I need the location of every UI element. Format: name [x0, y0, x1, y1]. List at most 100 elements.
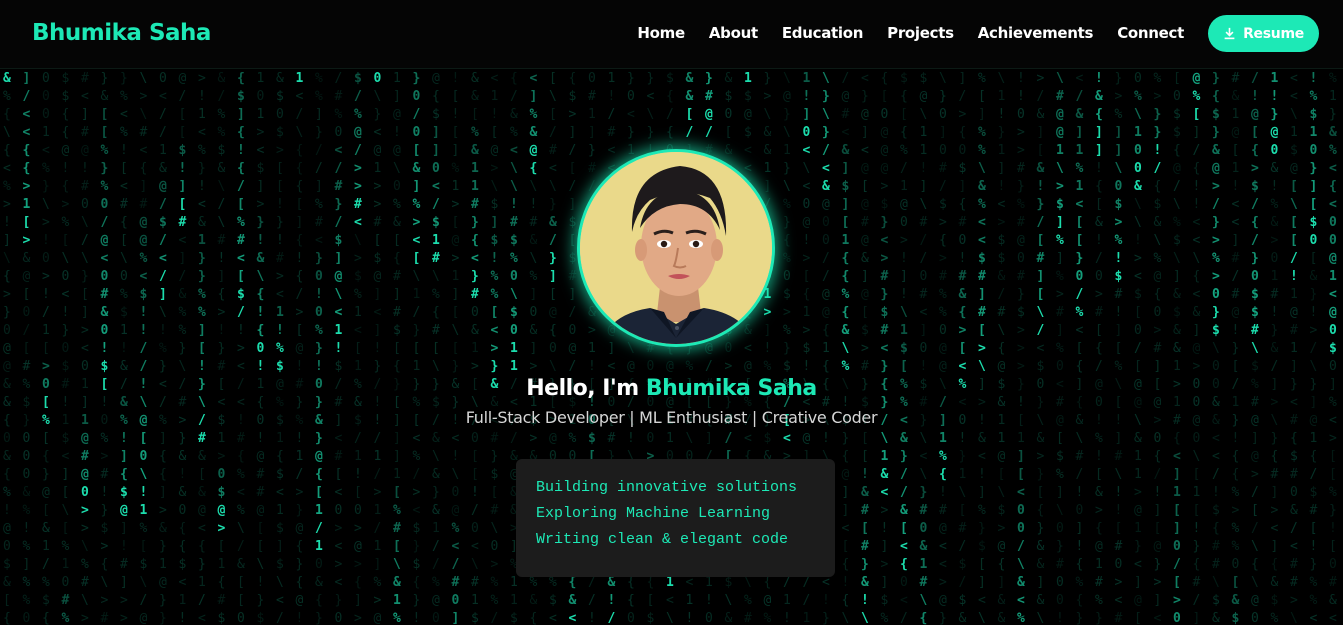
matrix-glyph: ]: [81, 305, 89, 320]
nav-education[interactable]: Education: [782, 24, 864, 42]
matrix-glyph: &: [998, 269, 1006, 284]
matrix-glyph: %: [1173, 215, 1181, 230]
matrix-glyph: /: [1193, 143, 1201, 158]
matrix-glyph: &: [1271, 215, 1279, 230]
matrix-glyph: [: [900, 521, 908, 536]
matrix-glyph: [: [140, 539, 148, 554]
matrix-glyph: &: [881, 467, 889, 482]
matrix-glyph: @: [1232, 125, 1240, 140]
matrix-glyph: >: [491, 557, 499, 572]
matrix-glyph: &: [1173, 341, 1181, 356]
matrix-glyph: >: [3, 287, 11, 302]
matrix-glyph: @: [1232, 305, 1240, 320]
matrix-glyph: }: [783, 107, 791, 122]
matrix-glyph: >: [1212, 179, 1220, 194]
matrix-glyph: !: [1037, 179, 1045, 194]
matrix-glyph: {: [237, 125, 245, 140]
nav-projects[interactable]: Projects: [887, 24, 954, 42]
nav-connect[interactable]: Connect: [1117, 24, 1184, 42]
matrix-glyph: }: [1017, 287, 1025, 302]
matrix-glyph: !: [413, 611, 421, 625]
brand-logo[interactable]: Bhumika Saha: [32, 20, 211, 46]
matrix-glyph: >: [3, 197, 11, 212]
matrix-glyph: \: [120, 251, 128, 266]
matrix-glyph: @: [81, 143, 89, 158]
matrix-glyph: ]: [842, 485, 850, 500]
matrix-glyph: !: [608, 593, 616, 608]
matrix-glyph: \: [452, 467, 460, 482]
matrix-glyph: $: [1232, 611, 1240, 625]
matrix-glyph: !: [81, 161, 89, 176]
matrix-glyph: /: [1290, 521, 1298, 536]
matrix-glyph: >: [530, 431, 538, 446]
matrix-glyph: $: [1310, 107, 1318, 122]
matrix-glyph: \: [920, 107, 928, 122]
matrix-glyph: {: [939, 233, 947, 248]
matrix-glyph: $: [900, 71, 908, 86]
matrix-glyph: #: [1290, 557, 1298, 572]
matrix-glyph: 1: [471, 161, 479, 176]
matrix-glyph: \: [959, 485, 967, 500]
matrix-glyph: \: [744, 575, 752, 590]
nav-home[interactable]: Home: [637, 24, 685, 42]
matrix-glyph: [: [471, 449, 479, 464]
matrix-glyph: %: [413, 197, 421, 212]
matrix-glyph: #: [81, 449, 89, 464]
matrix-glyph: <: [198, 125, 206, 140]
matrix-glyph: /: [803, 593, 811, 608]
matrix-glyph: @: [257, 449, 265, 464]
matrix-glyph: }: [1212, 71, 1220, 86]
matrix-glyph: {: [549, 323, 557, 338]
matrix-glyph: <: [822, 161, 830, 176]
matrix-glyph: {: [1310, 449, 1318, 464]
matrix-glyph: <: [920, 449, 928, 464]
matrix-glyph: ]: [1154, 593, 1162, 608]
matrix-glyph: 0: [23, 611, 31, 625]
matrix-glyph: @: [900, 197, 908, 212]
matrix-glyph: }: [822, 89, 830, 104]
matrix-glyph: !: [3, 503, 11, 518]
matrix-glyph: %: [978, 197, 986, 212]
matrix-glyph: }: [1056, 539, 1064, 554]
matrix-glyph: #: [315, 215, 323, 230]
matrix-glyph: ]: [1037, 125, 1045, 140]
matrix-glyph: %: [432, 287, 440, 302]
matrix-glyph: #: [959, 215, 967, 230]
matrix-glyph: @: [179, 71, 187, 86]
matrix-glyph: >: [276, 143, 284, 158]
matrix-glyph: #: [140, 125, 148, 140]
matrix-glyph: >: [1271, 233, 1279, 248]
matrix-glyph: 0: [1173, 89, 1181, 104]
matrix-glyph: 1: [1134, 125, 1142, 140]
matrix-glyph: #: [140, 197, 148, 212]
matrix-glyph: 0: [900, 575, 908, 590]
matrix-glyph: $: [920, 71, 928, 86]
matrix-glyph: [: [23, 341, 31, 356]
matrix-glyph: 1: [959, 467, 967, 482]
matrix-glyph: /: [1134, 341, 1142, 356]
matrix-glyph: @: [1056, 125, 1064, 140]
nav-achievements[interactable]: Achievements: [978, 24, 1094, 42]
matrix-glyph: {: [881, 71, 889, 86]
matrix-glyph: [: [101, 125, 109, 140]
matrix-glyph: >: [42, 215, 50, 230]
matrix-glyph: {: [666, 89, 674, 104]
nav-about[interactable]: About: [709, 24, 758, 42]
resume-button[interactable]: Resume: [1208, 15, 1319, 52]
matrix-glyph: /: [1173, 557, 1181, 572]
matrix-glyph: &: [1037, 107, 1045, 122]
matrix-glyph: }: [413, 539, 421, 554]
matrix-glyph: ]: [1310, 179, 1318, 194]
matrix-glyph: >: [1290, 593, 1298, 608]
matrix-glyph: >: [257, 125, 265, 140]
matrix-glyph: \: [62, 251, 70, 266]
matrix-glyph: #: [218, 359, 226, 374]
matrix-glyph: !: [803, 359, 811, 374]
matrix-glyph: [: [1251, 125, 1259, 140]
matrix-glyph: 1: [1095, 557, 1103, 572]
matrix-glyph: $: [783, 359, 791, 374]
matrix-glyph: 1: [471, 341, 479, 356]
matrix-glyph: \: [822, 71, 830, 86]
matrix-glyph: ]: [315, 179, 323, 194]
matrix-glyph: /: [822, 143, 830, 158]
